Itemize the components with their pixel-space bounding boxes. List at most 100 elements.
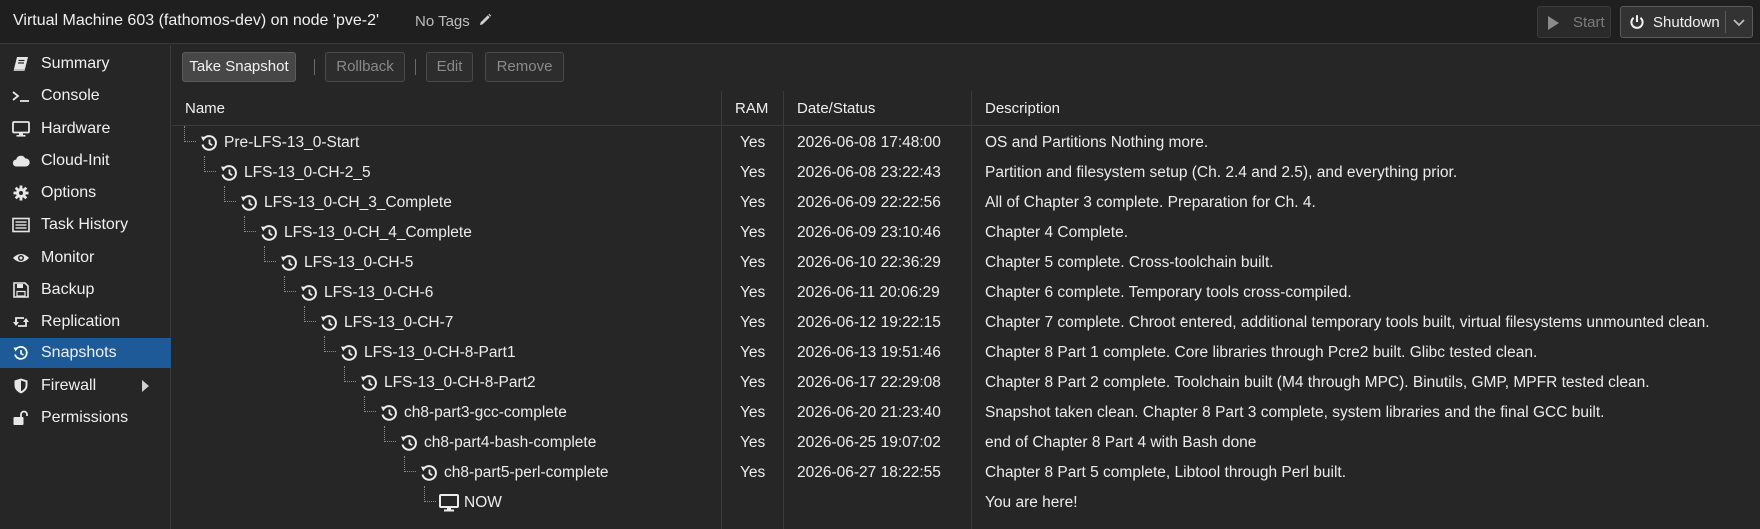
gear-icon [13,185,29,201]
eye-icon [13,254,29,262]
snapshot-ram: Yes [740,224,766,241]
sidebar-item-label: Task History [41,216,129,233]
cloud-icon [12,155,30,167]
tree-connector [364,396,376,412]
sidebar-item-task-history[interactable]: Task History [0,210,171,240]
snapshot-row[interactable]: ch8-part4-bash-complete Yes 2026-06-25 19:… [172,426,1760,457]
monitor-icon [439,494,459,512]
snapshot-date: 2026-06-11 20:06:29 [797,284,940,301]
snapshot-name: NOW [464,494,502,511]
sidebar: Summary Console Hardware Cloud-Init Opti… [0,45,171,529]
sidebar-item-snapshots[interactable]: Snapshots [0,338,171,368]
sidebar-item-options[interactable]: Options [0,178,171,208]
remove-button[interactable]: Remove [485,52,564,82]
history-icon [281,255,297,271]
snapshot-row[interactable]: LFS-13_0-CH-6 Yes 2026-06-11 20:06:29 Chapt… [172,276,1760,307]
start-label: Start [1573,14,1605,31]
column-header-date[interactable]: Date/Status [797,100,875,117]
history-icon [321,315,337,331]
snapshot-row[interactable]: LFS-13_0-CH_3_Complete Yes 2026-06-09 22:2… [172,186,1760,217]
snapshot-ram: Yes [740,374,766,391]
snapshot-description: end of Chapter 8 Part 4 with Bash done [985,434,1257,451]
vm-title: Virtual Machine 603 (fathomos-dev) on no… [13,12,380,29]
expand-arrow-icon[interactable] [142,380,149,392]
snapshot-row[interactable]: LFS-13_0-CH-5 Yes 2026-06-10 22:36:29 Chapt… [172,246,1760,277]
snapshot-date: 2026-06-17 22:29:08 [797,374,941,391]
snapshot-name: LFS-13_0-CH-5 [304,254,414,271]
sidebar-item-permissions[interactable]: Permissions [0,403,171,433]
snapshot-row[interactable]: ch8-part3-gcc-complete Yes 2026-06-20 21:2… [172,396,1760,427]
snapshot-description: OS and Partitions Nothing more. [985,134,1209,151]
sidebar-item-label: Snapshots [41,344,117,361]
snapshot-date: 2026-06-13 19:51:46 [797,344,941,361]
column-header-description[interactable]: Description [985,100,1060,117]
snapshot-date: 2026-06-08 23:22:43 [797,164,941,181]
floppy-icon [13,282,29,298]
sidebar-item-firewall[interactable]: Firewall [0,371,171,401]
snapshot-description: You are here! [985,494,1078,511]
sidebar-item-console[interactable]: Console [0,81,171,111]
snapshot-description: Snapshot taken clean. Chapter 8 Part 3 c… [985,404,1605,421]
take-snapshot-button[interactable]: Take Snapshot [182,52,296,82]
snapshot-ram: Yes [740,194,766,211]
sidebar-item-label: Backup [41,281,95,298]
tree-connector [384,426,396,442]
start-button[interactable]: Start [1537,6,1611,38]
history-icon [401,435,417,451]
monitor-icon [12,121,30,137]
grid-header: Name RAM Date/Status Description [172,91,1760,126]
sidebar-item-label: Options [41,184,97,201]
pencil-icon[interactable] [478,13,492,27]
snapshot-row[interactable]: LFS-13_0-CH-8-Part1 Yes 2026-06-13 19:51:4… [172,336,1760,367]
snapshot-description: Partition and filesystem setup (Ch. 2.4 … [985,164,1458,181]
current-state-row[interactable]: NOW You are here! [172,486,1760,517]
snapshot-date: 2026-06-08 17:48:00 [797,134,941,151]
top-bar: Virtual Machine 603 (fathomos-dev) on no… [0,0,1760,44]
snapshot-row[interactable]: Pre-LFS-13_0-Start Yes 2026-06-08 17:48:00… [172,126,1760,157]
column-header-ram[interactable]: RAM [735,100,768,117]
shutdown-button[interactable]: Shutdown [1620,6,1753,38]
snapshot-description: All of Chapter 3 complete. Preparation f… [985,194,1316,211]
snapshot-name: LFS-13_0-CH_3_Complete [264,194,452,211]
unlock-icon [13,410,28,425]
chevron-down-icon[interactable] [1731,14,1747,30]
button-divider [1725,11,1726,33]
sidebar-item-cloud-init[interactable]: Cloud-Init [0,146,171,176]
snapshot-ram: Yes [740,164,766,181]
sidebar-item-replication[interactable]: Replication [0,307,171,337]
snapshot-description: Chapter 6 complete. Temporary tools cros… [985,284,1352,301]
snapshot-tree-grid: Name RAM Date/Status Description Pre-LFS… [172,91,1760,529]
snapshot-row[interactable]: ch8-part5-perl-complete Yes 2026-06-27 18:… [172,456,1760,487]
snapshot-name: LFS-13_0-CH-2_5 [244,164,371,181]
shield-icon [14,378,28,394]
snapshot-row[interactable]: LFS-13_0-CH-8-Part2 Yes 2026-06-17 22:29:0… [172,366,1760,397]
column-header-name[interactable]: Name [185,100,225,117]
snapshot-row[interactable]: LFS-13_0-CH_4_Complete Yes 2026-06-09 23:1… [172,216,1760,247]
snapshot-date: 2026-06-27 18:22:55 [797,464,941,481]
snapshot-ram: Yes [740,314,766,331]
snapshot-row[interactable]: LFS-13_0-CH-2_5 Yes 2026-06-08 23:22:43 Par… [172,156,1760,187]
edit-button[interactable]: Edit [426,52,473,82]
sidebar-item-backup[interactable]: Backup [0,275,171,305]
snapshot-ram: Yes [740,434,766,451]
snapshot-row[interactable]: LFS-13_0-CH-7 Yes 2026-06-12 19:22:15 Chapt… [172,306,1760,337]
play-icon [1548,16,1559,30]
sidebar-item-label: Hardware [41,120,111,137]
sidebar-item-label: Cloud-Init [41,152,110,169]
sidebar-item-monitor[interactable]: Monitor [0,243,171,273]
history-icon [421,465,437,481]
sidebar-item-summary[interactable]: Summary [0,49,171,79]
tags-display[interactable]: No Tags [415,13,492,30]
snapshot-ram: Yes [740,464,766,481]
snapshot-name: Pre-LFS-13_0-Start [224,134,360,151]
sidebar-item-hardware[interactable]: Hardware [0,114,171,144]
sidebar-item-label: Console [41,87,100,104]
rollback-button[interactable]: Rollback [325,52,405,82]
tree-connector [244,216,256,232]
snapshot-ram: Yes [740,284,766,301]
snapshot-ram: Yes [740,344,766,361]
snapshot-description: Chapter 5 complete. Cross-toolchain buil… [985,254,1274,271]
sidebar-item-label: Permissions [41,409,129,426]
snapshot-name: LFS-13_0-CH-6 [324,284,434,301]
snapshot-date: 2026-06-09 22:22:56 [797,194,941,211]
